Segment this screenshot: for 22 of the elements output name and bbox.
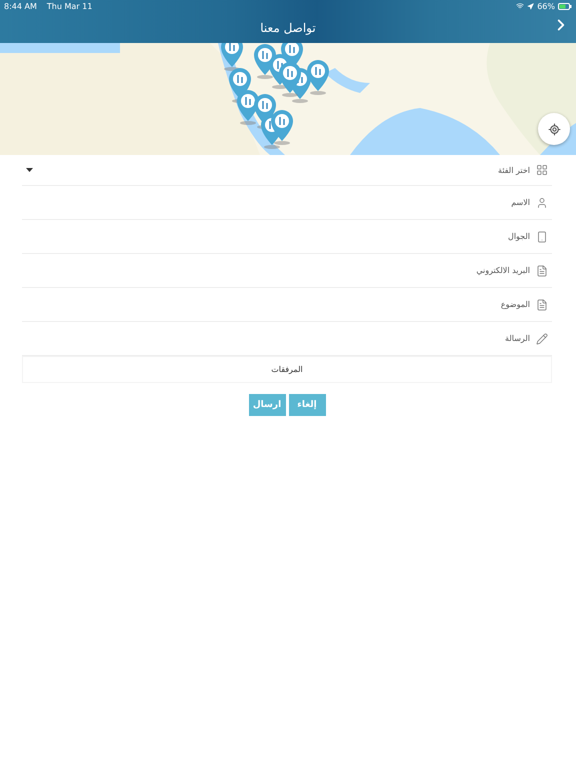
battery-percent: 66% xyxy=(537,2,555,10)
caret-icon xyxy=(26,168,33,172)
battery-icon xyxy=(558,2,572,10)
text-field[interactable]: الجوال xyxy=(22,226,530,246)
pencil-icon xyxy=(536,332,548,344)
category-select[interactable]: اختر الفئة xyxy=(22,160,530,180)
text-field[interactable]: الاسم xyxy=(22,192,530,212)
attachments-button[interactable]: المرفقات xyxy=(22,356,552,383)
locate-icon xyxy=(548,122,560,136)
grid-icon xyxy=(536,164,548,176)
text-field[interactable]: الموضوع xyxy=(22,294,530,314)
wifi-icon xyxy=(516,2,524,10)
phone-icon xyxy=(536,230,548,242)
text-field[interactable]: الرسالة xyxy=(22,328,530,348)
status-date: Thu Mar 11 xyxy=(46,2,92,10)
location-icon xyxy=(527,2,534,10)
page-title: تواصل معنا xyxy=(260,20,316,34)
document-icon xyxy=(536,264,548,276)
text-field[interactable]: البريد الالكتروني xyxy=(22,260,530,280)
document-icon xyxy=(536,298,548,310)
person-icon xyxy=(536,196,548,208)
status-time: 8:44 AM xyxy=(4,2,37,10)
